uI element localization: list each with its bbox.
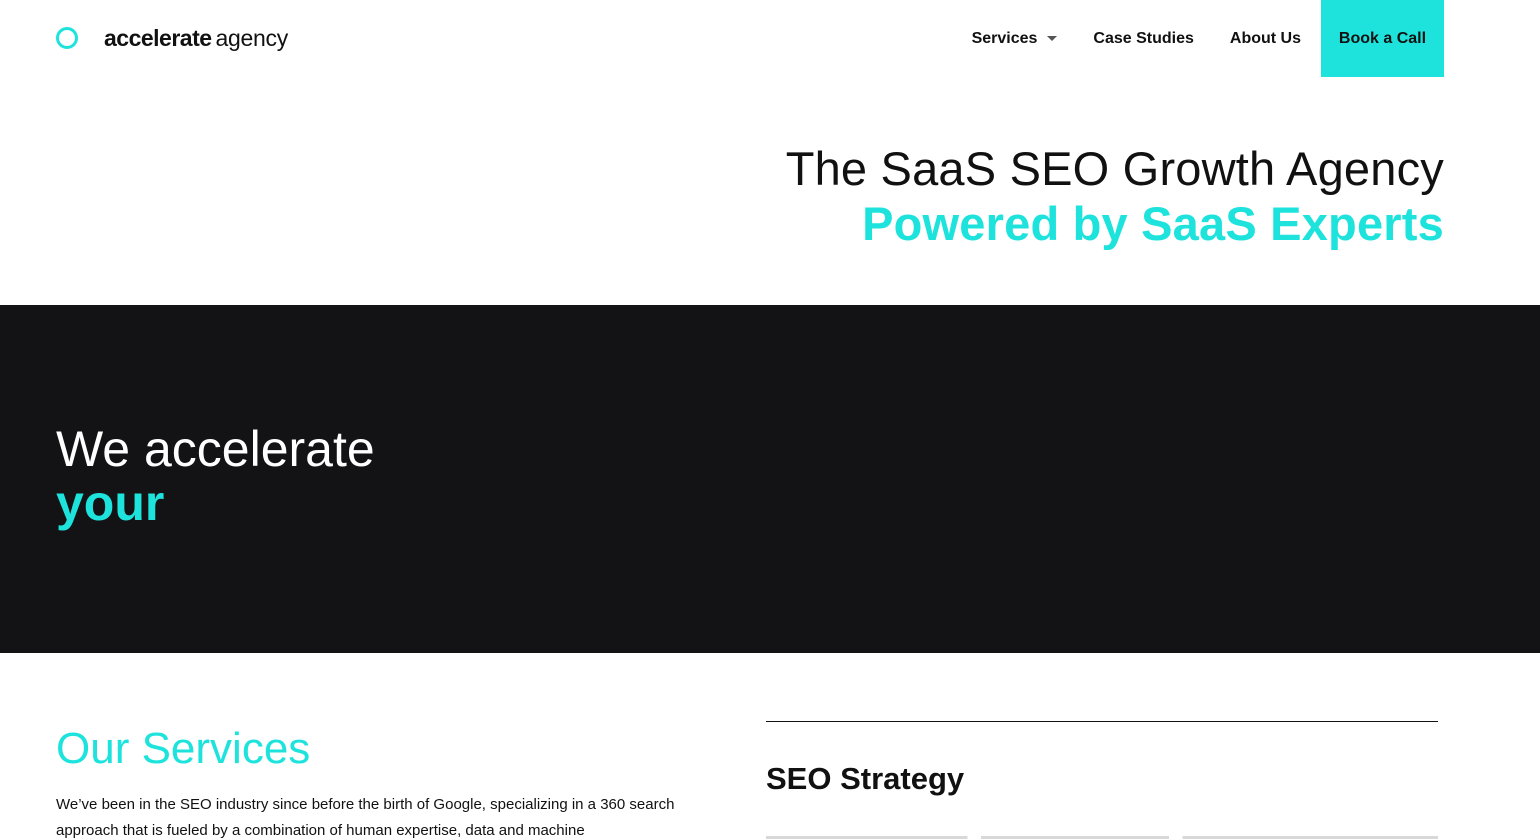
services-title: Our Services — [56, 724, 311, 773]
seo-strategy-text-cutoff — [766, 830, 1438, 840]
hero-section: The SaaS SEO Growth Agency Powered by Sa… — [786, 142, 1444, 252]
logo-text-light: agency — [215, 24, 289, 51]
logo[interactable]: accelerate agency — [56, 22, 288, 54]
band-heading: We accelerate — [56, 421, 375, 477]
nav-item-about-us[interactable]: About Us — [1230, 30, 1301, 48]
hero-subtitle: Powered by SaaS Experts — [862, 197, 1444, 250]
chevron-down-icon — [1047, 36, 1058, 41]
main-nav: Services Case Studies About Us Book a Ca… — [972, 0, 1444, 77]
book-a-call-button[interactable]: Book a Call — [1321, 0, 1444, 77]
divider — [766, 721, 1438, 722]
band-heading-accent: your — [56, 475, 165, 531]
seo-strategy-title: SEO Strategy — [766, 761, 965, 796]
ring-icon — [56, 27, 78, 49]
logo-text-bold: accelerate — [104, 24, 212, 51]
nav-item-services[interactable]: Services — [972, 30, 1058, 48]
nav-item-label: About Us — [1229, 29, 1301, 47]
services-description: We’ve been in the SEO industry since bef… — [56, 796, 675, 839]
nav-item-case-studies[interactable]: Case Studies — [1093, 30, 1193, 48]
nav-item-label: Services — [971, 29, 1038, 47]
nav-item-label: Case Studies — [1093, 29, 1194, 47]
hero-title: The SaaS SEO Growth Agency — [785, 142, 1444, 195]
dark-band: We accelerate your — [0, 305, 1540, 653]
site-header: accelerate agency Services Case Studies … — [0, 0, 1540, 77]
